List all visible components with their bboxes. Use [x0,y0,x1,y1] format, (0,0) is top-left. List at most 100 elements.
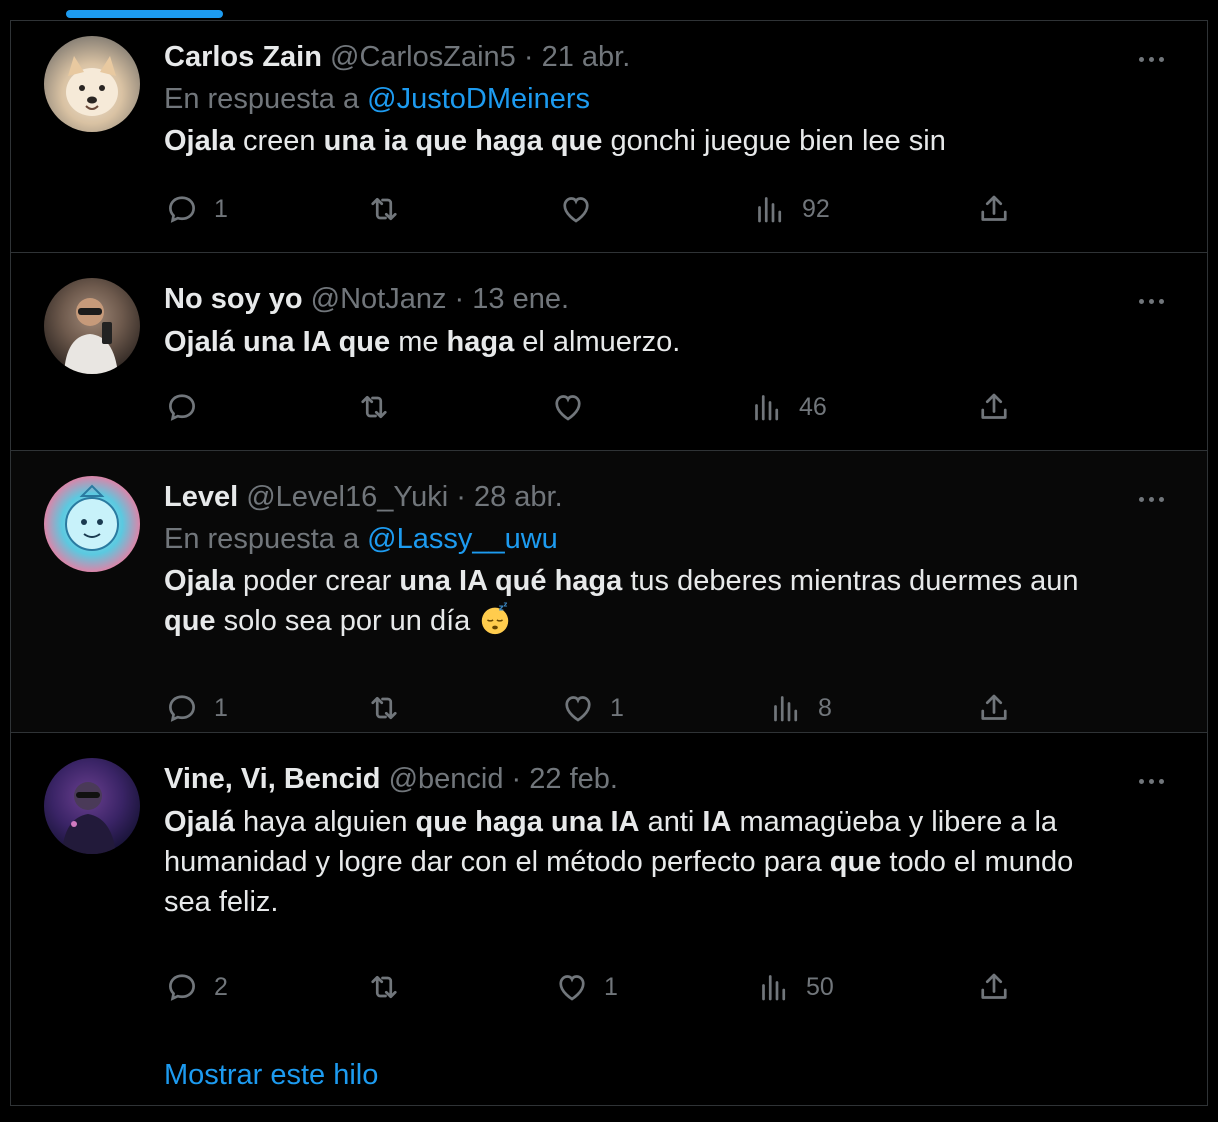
tweet-text: Ojala creen una ia que haga que gonchi j… [164,121,1167,161]
more-options-icon[interactable] [1139,493,1171,505]
author-handle[interactable]: @CarlosZain5 [330,41,516,73]
tweet-text-line: Ojalá haya alguien que haga una IA anti … [164,802,1167,842]
tweet-header: Carlos Zain @CarlosZain5 · 21 abr. [164,37,1167,77]
highlighted-text: que [829,846,882,878]
text-run: creen [234,125,324,157]
text-run: mamagüeba y libere a la [731,806,1058,838]
highlighted-text: que [164,605,216,637]
view-count: 8 [818,693,832,722]
reply-mention-link[interactable]: @JustoDMeiners [367,83,590,115]
share-button[interactable] [976,387,1012,427]
share-icon [981,694,1007,720]
tweet-date[interactable]: 21 abr. [542,41,631,73]
text-run: anti [639,806,703,838]
text-run: tus deberes mientras duermes aun [622,565,1079,597]
reply-count: 2 [214,972,228,1001]
like-button[interactable]: 1 [560,688,624,728]
tweet-actions: 2 1 50 [164,967,1014,1007]
tweet-header: Vine, Vi, Bencid @bencid · 22 feb. [164,759,1167,799]
share-button[interactable] [976,967,1012,1007]
tweet-text-line: humanidad y logre dar con el método perf… [164,842,1167,882]
tweet-text-line: que solo sea por un día zz [164,601,1167,641]
tweet-text-line: Ojala poder crear una IA qué haga tus de… [164,561,1167,601]
views-button[interactable]: 92 [752,189,830,229]
avatar[interactable] [44,476,140,572]
tweet[interactable]: No soy yo @NotJanz · 13 ene. Ojalá una I… [11,253,1207,451]
dark-person-avatar-icon [62,782,116,854]
dog-avatar-icon [66,56,118,116]
views-chart-icon [755,395,779,421]
retweet-icon [371,696,397,720]
highlighted-text: IA [702,806,732,838]
like-button[interactable]: 1 [554,967,618,1007]
reply-button[interactable] [164,387,214,427]
tweet-date[interactable]: 28 abr. [474,481,563,513]
text-run: solo sea por un día [215,605,479,637]
sleeping-face-emoji-icon: zz [482,602,509,635]
avatar[interactable] [44,36,140,132]
tweet-header: No soy yo @NotJanz · 13 ene. [164,279,1167,319]
author-handle[interactable]: @NotJanz [311,283,447,315]
views-button[interactable]: 8 [768,688,832,728]
replies-feed: Carlos Zain @CarlosZain5 · 21 abr. En re… [10,20,1208,1106]
author-name[interactable]: Level [164,481,238,513]
reply-prefix: En respuesta a [164,83,368,115]
author-name[interactable]: Vine, Vi, Bencid [164,763,381,795]
tweet-header: Level @Level16_Yuki · 28 abr. [164,477,1167,517]
like-button[interactable] [558,189,608,229]
retweet-button[interactable] [366,189,416,229]
reply-button[interactable]: 2 [164,967,228,1007]
reply-icon [169,695,195,722]
views-button[interactable]: 50 [756,967,834,1007]
text-run: humanidad y logre dar con el método perf… [164,846,830,878]
tweet[interactable]: Level @Level16_Yuki · 28 abr. En respues… [11,451,1207,733]
highlighted-text: una IA qué haga [399,565,623,597]
reply-icon [169,394,195,421]
share-button[interactable] [976,189,1012,229]
highlighted-text: Ojalá [164,806,235,838]
retweet-icon [371,975,397,999]
svg-text:z: z [504,602,508,609]
avatar[interactable] [44,278,140,374]
show-thread-link[interactable]: Mostrar este hilo [164,1059,378,1092]
author-handle[interactable]: @Level16_Yuki [246,481,448,513]
person-avatar-icon [64,298,118,374]
author-name[interactable]: Carlos Zain [164,41,322,73]
cartoon-avatar-icon [65,484,119,551]
share-button[interactable] [976,688,1012,728]
avatar[interactable] [44,758,140,854]
tweet-date[interactable]: 13 ene. [472,283,569,315]
reply-button[interactable]: 1 [164,189,228,229]
retweet-icon [371,197,397,221]
reply-button[interactable]: 1 [164,688,228,728]
tweet[interactable]: Carlos Zain @CarlosZain5 · 21 abr. En re… [11,21,1207,253]
heart-icon [563,197,589,223]
reply-icon [169,974,195,1001]
author-handle[interactable]: @bencid [389,763,504,795]
timeline-frame: Carlos Zain @CarlosZain5 · 21 abr. En re… [0,0,1218,1122]
retweet-button[interactable] [356,387,406,427]
tweet-actions: 1 1 8 [164,688,1014,728]
like-count: 1 [610,693,624,722]
heart-icon [565,696,591,722]
reply-context: En respuesta a @Lassy__uwu [164,517,1167,561]
views-button[interactable]: 46 [749,387,827,427]
views-chart-icon [774,696,798,722]
tweet-date[interactable]: 22 feb. [529,763,618,795]
more-options-icon[interactable] [1139,775,1171,787]
retweet-button[interactable] [366,967,416,1007]
reply-mention-link[interactable]: @Lassy__uwu [367,523,558,555]
tweet[interactable]: Vine, Vi, Bencid @bencid · 22 feb. Ojalá… [11,733,1207,1105]
view-count: 92 [802,194,830,223]
like-button[interactable] [550,387,600,427]
reply-count: 1 [214,194,228,223]
more-options-icon[interactable] [1139,53,1171,65]
separator: · [503,763,530,795]
more-options-icon[interactable] [1139,295,1171,307]
retweet-button[interactable] [366,688,416,728]
text-run: poder crear [234,565,400,597]
tweet-actions: 1 92 [164,189,1014,229]
heart-icon [555,395,581,421]
author-name[interactable]: No soy yo [164,283,303,315]
active-tab-indicator [66,10,223,18]
